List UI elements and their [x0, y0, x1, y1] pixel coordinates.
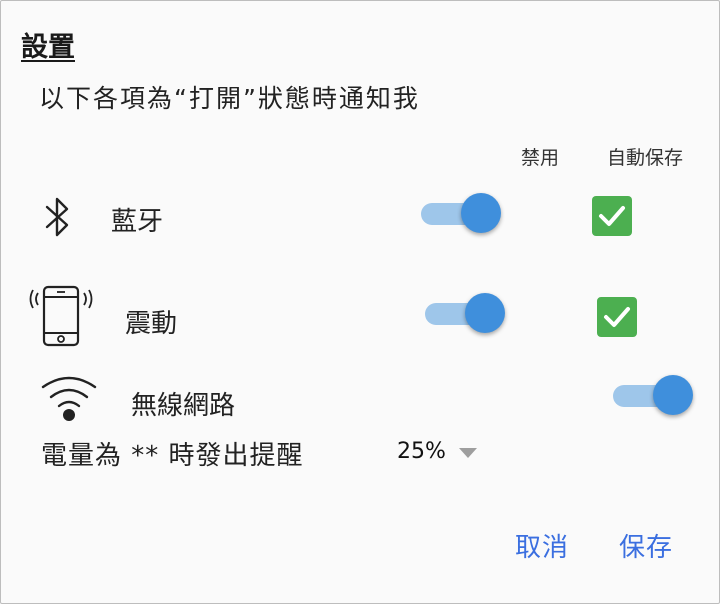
- save-button[interactable]: 保存: [619, 527, 673, 564]
- bluetooth-autosave-checkbox[interactable]: [592, 196, 632, 236]
- bluetooth-toggle[interactable]: [421, 193, 503, 233]
- row-label-vibration: 震動: [125, 309, 178, 339]
- checkmark-icon: [604, 307, 630, 327]
- toggle-thumb: [653, 375, 693, 415]
- cancel-button[interactable]: 取消: [515, 527, 569, 564]
- dropdown-caret-icon: [459, 448, 477, 458]
- settings-dialog: 設置 以下各項為“打開”狀態時通知我 禁用 自動保存 藍牙 震動 無線網路 電量…: [0, 0, 720, 604]
- battery-threshold-value: 25%: [397, 439, 446, 464]
- row-label-wifi: 無線網路: [131, 391, 236, 421]
- toggle-thumb: [461, 193, 501, 233]
- bluetooth-icon: [43, 193, 71, 245]
- dialog-subtitle: 以下各項為“打開”狀態時通知我: [39, 84, 420, 113]
- checkmark-icon: [599, 206, 625, 226]
- vibration-toggle[interactable]: [425, 293, 507, 333]
- battery-alert-label: 電量為 ** 時發出提醒: [41, 441, 304, 471]
- row-label-bluetooth: 藍牙: [111, 207, 164, 237]
- dialog-title: 設置: [21, 32, 75, 63]
- vibrate-phone-icon: [29, 285, 95, 353]
- column-header-disable: 禁用: [521, 147, 560, 169]
- wifi-icon: [39, 375, 99, 427]
- battery-threshold-dropdown[interactable]: 25%: [397, 439, 487, 469]
- vibration-autosave-checkbox[interactable]: [597, 297, 637, 337]
- wifi-toggle[interactable]: [613, 375, 695, 415]
- column-header-autosave: 自動保存: [607, 147, 684, 169]
- toggle-thumb: [465, 293, 505, 333]
